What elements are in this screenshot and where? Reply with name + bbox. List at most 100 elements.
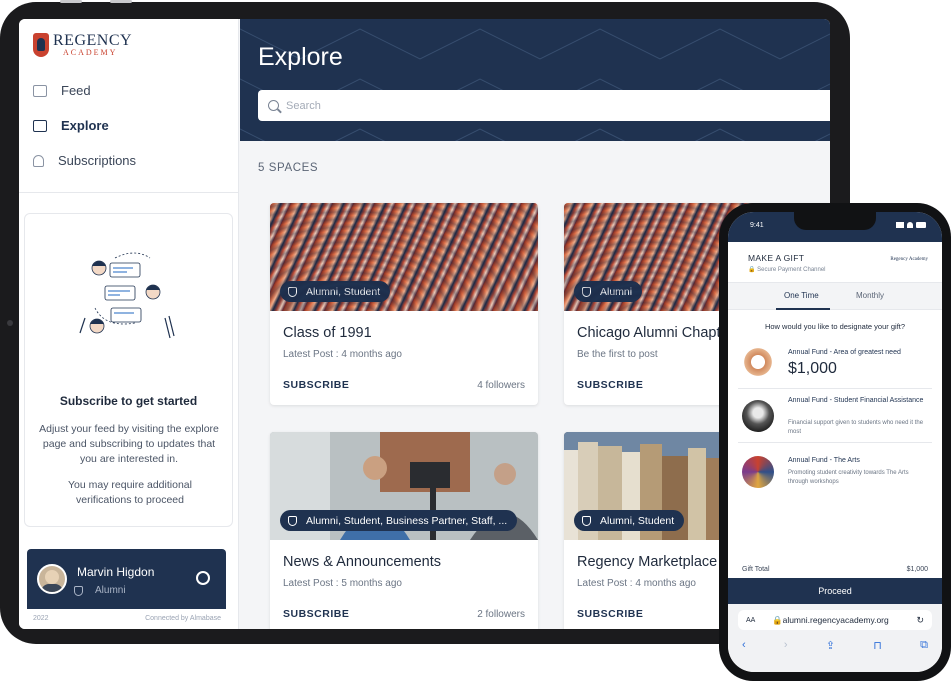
url-text: 🔒alumni.regencyacademy.org bbox=[772, 614, 889, 625]
status-time: 9:41 bbox=[750, 222, 764, 229]
shield-check-icon bbox=[582, 286, 591, 297]
audience-tag: Alumni, Student bbox=[574, 510, 685, 531]
url-bar[interactable]: AA 🔒alumni.regencyacademy.org ↻ bbox=[738, 610, 932, 630]
tablet-camera bbox=[7, 320, 13, 326]
search-icon bbox=[268, 100, 279, 111]
tablet-top-button bbox=[60, 0, 82, 3]
subscribe-title: Subscribe to get started bbox=[59, 394, 198, 408]
logo-name: REGENCY bbox=[53, 32, 133, 49]
followers-count: 4 followers bbox=[477, 380, 525, 391]
card-title[interactable]: Chicago Alumni Chapter bbox=[577, 325, 733, 341]
fund-name: Annual Fund - Student Financial Assistan… bbox=[788, 397, 924, 404]
audience-tag: Alumni, Student bbox=[280, 281, 391, 302]
sidebar-item-feed[interactable]: Feed bbox=[19, 73, 239, 108]
followers-count: 2 followers bbox=[477, 609, 525, 620]
page-title: Explore bbox=[258, 43, 343, 71]
explore-header: Explore bbox=[240, 19, 830, 141]
avatar[interactable] bbox=[37, 564, 67, 594]
text-size-button[interactable]: AA bbox=[746, 617, 755, 624]
fund-image bbox=[742, 456, 774, 488]
feed-icon bbox=[33, 84, 47, 97]
sidebar: REGENCY ACADEMY Feed Explore Subscriptio… bbox=[19, 19, 239, 629]
subscribe-note: You may require additional verifications… bbox=[68, 479, 192, 506]
profile-footer: 2022 Connected by Almabase bbox=[33, 615, 221, 622]
shield-check-icon bbox=[74, 586, 83, 596]
shield-check-icon bbox=[288, 286, 297, 297]
subscribe-card: Subscribe to get started Adjust your fee… bbox=[24, 213, 233, 527]
card-image: Alumni, Student, Business Partner, Staff… bbox=[270, 432, 538, 540]
space-card[interactable]: Alumni, Student Class of 1991 Latest Pos… bbox=[270, 203, 538, 405]
fund-name: Annual Fund - Area of greatest need bbox=[788, 349, 901, 356]
shield-check-icon bbox=[288, 515, 297, 526]
divider bbox=[738, 388, 932, 389]
card-meta: Latest Post : 4 months ago bbox=[283, 349, 402, 360]
profile-card[interactable]: Marvin Higdon Alumni 2022 Connected by A… bbox=[27, 549, 226, 629]
reload-icon[interactable]: ↻ bbox=[916, 615, 924, 626]
active-tab-indicator bbox=[776, 308, 830, 310]
gift-header: MAKE A GIFT 🔒 Secure Payment Channel Reg… bbox=[728, 242, 942, 282]
subscribe-button[interactable]: SUBSCRIBE bbox=[577, 379, 643, 391]
tab-monthly[interactable]: Monthly bbox=[856, 291, 884, 300]
card-meta: Latest Post : 4 months ago bbox=[577, 578, 696, 589]
gift-title: MAKE A GIFT bbox=[748, 253, 805, 263]
card-title[interactable]: Class of 1991 bbox=[283, 325, 372, 341]
status-bar: 9:41 bbox=[728, 212, 942, 242]
gear-icon[interactable] bbox=[196, 571, 210, 585]
notch bbox=[794, 212, 876, 230]
bookmarks-icon[interactable]: ⊓ bbox=[873, 639, 882, 652]
back-icon[interactable]: ‹ bbox=[742, 639, 746, 652]
share-icon[interactable]: ⇪ bbox=[826, 639, 835, 652]
card-meta: Latest Post : 5 months ago bbox=[283, 578, 402, 589]
forward-icon[interactable]: › bbox=[784, 639, 788, 652]
designate-question: How would you like to designate your gif… bbox=[764, 322, 906, 331]
fund-description: Financial support given to students who … bbox=[788, 420, 924, 435]
fund-image bbox=[742, 400, 774, 432]
proceed-button[interactable]: Proceed bbox=[728, 578, 942, 604]
card-title[interactable]: News & Announcements bbox=[283, 554, 441, 570]
sidebar-item-label: Feed bbox=[61, 83, 91, 98]
status-icons bbox=[896, 222, 926, 229]
secure-label: 🔒 Secure Payment Channel bbox=[748, 267, 826, 273]
gift-total-label: Gift Total bbox=[742, 566, 770, 573]
regency-logo[interactable]: REGENCY ACADEMY bbox=[33, 33, 132, 57]
spaces-count: 5 SPACES bbox=[258, 162, 319, 174]
shield-logo-icon bbox=[33, 33, 49, 57]
connected-by: Connected by Almabase bbox=[145, 615, 221, 622]
subscribe-button[interactable]: SUBSCRIBE bbox=[283, 608, 349, 620]
gift-total-row: Gift Total $1,000 bbox=[742, 566, 928, 573]
tab-one-time[interactable]: One Time bbox=[784, 291, 819, 300]
people-chat-illustration bbox=[79, 252, 175, 339]
wifi-icon bbox=[907, 222, 914, 228]
fund-name: Annual Fund - The Arts bbox=[788, 457, 860, 464]
signal-icon bbox=[896, 222, 904, 228]
tabs-icon[interactable]: ⧉ bbox=[920, 639, 928, 652]
tablet-screen: REGENCY ACADEMY Feed Explore Subscriptio… bbox=[19, 19, 830, 629]
card-meta: Be the first to post bbox=[577, 349, 658, 360]
book-icon bbox=[33, 119, 47, 132]
browser-toolbar: AA 🔒alumni.regencyacademy.org ↻ ‹ › ⇪ ⊓ … bbox=[728, 604, 942, 672]
sidebar-item-subscriptions[interactable]: Subscriptions bbox=[19, 143, 239, 178]
subscribe-button[interactable]: SUBSCRIBE bbox=[577, 608, 643, 620]
subscribe-button[interactable]: SUBSCRIBE bbox=[283, 379, 349, 391]
fund-image bbox=[742, 346, 774, 378]
sidebar-item-label: Explore bbox=[61, 118, 109, 133]
gift-frequency-tabs: One Time Monthly bbox=[728, 282, 942, 310]
logo-sub: ACADEMY bbox=[63, 48, 118, 57]
phone-device: 9:41 MAKE A GIFT 🔒 Secure Payment Channe… bbox=[719, 203, 951, 681]
shield-check-icon bbox=[582, 515, 591, 526]
sidebar-item-explore[interactable]: Explore bbox=[19, 108, 239, 143]
fund-amount: $1,000 bbox=[788, 360, 837, 377]
card-title[interactable]: Regency Marketplace bbox=[577, 554, 717, 570]
bell-icon bbox=[33, 154, 44, 167]
space-card[interactable]: Alumni, Student, Business Partner, Staff… bbox=[270, 432, 538, 629]
profile-name: Marvin Higdon bbox=[77, 565, 155, 579]
divider bbox=[19, 192, 239, 193]
search-bar[interactable] bbox=[258, 90, 830, 121]
fund-description: Promoting student creativity towards The… bbox=[788, 470, 909, 485]
subscribe-description: Adjust your feed by visiting the explore… bbox=[39, 423, 219, 465]
tablet-top-button-2 bbox=[110, 0, 132, 3]
gift-total-value: $1,000 bbox=[906, 566, 928, 573]
copyright-year: 2022 bbox=[33, 615, 49, 622]
divider bbox=[738, 442, 932, 443]
search-input[interactable] bbox=[286, 99, 686, 112]
